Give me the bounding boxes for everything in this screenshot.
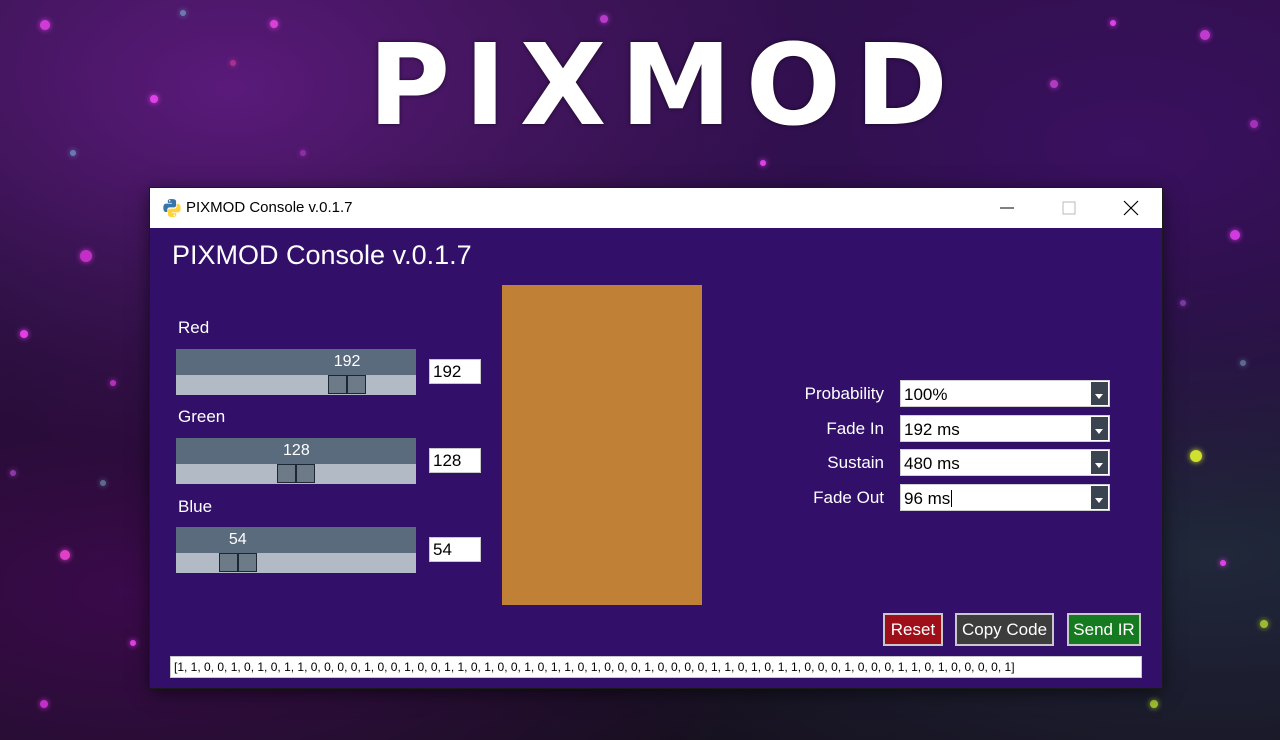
background-speck (1260, 620, 1268, 628)
minimize-icon (1000, 207, 1014, 209)
copy-code-button[interactable]: Copy Code (955, 613, 1054, 646)
background-speck (270, 20, 278, 28)
fade-in-select[interactable]: 192 ms (900, 415, 1110, 442)
sustain-select[interactable]: 480 ms (900, 449, 1110, 476)
ir-code-field[interactable]: [1, 1, 0, 0, 1, 0, 1, 0, 1, 1, 0, 0, 0, … (170, 656, 1142, 678)
color-preview-swatch (502, 285, 702, 605)
background-speck (110, 380, 116, 386)
background-speck (1250, 120, 1258, 128)
slider-value-label: 192 (333, 353, 361, 370)
red-label: Red (178, 318, 210, 337)
maximize-button[interactable] (1038, 188, 1100, 228)
window-title: PIXMOD Console v.0.1.7 (186, 199, 353, 216)
background-speck (180, 10, 186, 16)
slider-handle[interactable] (218, 553, 257, 572)
fade-out-label: Fade Out (813, 488, 884, 507)
background-speck (1110, 20, 1116, 26)
desktop-background: PIXMOD PIXMOD Console v.0.1.7 PIXMOD Con… (0, 0, 1280, 740)
select-value: 480 ms (904, 454, 960, 473)
blue-slider[interactable]: 54 (176, 527, 416, 573)
background-speck (1190, 450, 1202, 462)
background-speck (40, 20, 50, 30)
background-speck (40, 700, 48, 708)
probability-label: Probability (804, 384, 884, 403)
chevron-down-icon[interactable] (1091, 486, 1108, 509)
send-ir-button[interactable]: Send IR (1067, 613, 1141, 646)
background-speck (80, 250, 92, 262)
background-speck (20, 330, 28, 338)
slider-value-label: 128 (283, 442, 310, 459)
select-value: 96 ms (904, 489, 953, 509)
background-speck (1050, 80, 1058, 88)
fade-in-label: Fade In (826, 419, 884, 438)
fade-out-select[interactable]: 96 ms (900, 484, 1110, 511)
close-icon (1123, 200, 1139, 216)
background-speck (10, 470, 16, 476)
minimize-button[interactable] (976, 188, 1038, 228)
blue-value-field[interactable]: 54 (429, 537, 481, 562)
slider-track[interactable] (176, 375, 416, 395)
select-value: 192 ms (904, 420, 960, 439)
python-icon (163, 199, 181, 217)
pixmod-logo: PIXMOD (368, 21, 962, 151)
background-speck (70, 150, 76, 156)
chevron-down-icon[interactable] (1091, 417, 1108, 440)
reset-button[interactable]: Reset (883, 613, 943, 646)
console-heading: PIXMOD Console v.0.1.7 (172, 240, 472, 270)
green-slider[interactable]: 128 (176, 438, 416, 484)
chevron-down-icon[interactable] (1091, 451, 1108, 474)
slider-track[interactable] (176, 553, 416, 573)
green-label: Green (178, 407, 226, 426)
background-speck (1180, 300, 1186, 306)
background-speck (1150, 700, 1158, 708)
blue-label: Blue (178, 497, 213, 516)
slider-handle[interactable] (328, 375, 367, 394)
text-cursor (951, 490, 953, 507)
select-value: 100% (904, 385, 948, 404)
background-speck (150, 95, 158, 103)
sustain-label: Sustain (827, 453, 884, 472)
background-speck (130, 640, 136, 646)
chevron-down-icon[interactable] (1091, 382, 1108, 405)
background-speck (60, 550, 70, 560)
slider-value-bar (176, 527, 416, 553)
maximize-icon (1062, 201, 1076, 215)
background-speck (1200, 30, 1210, 40)
background-speck (300, 150, 306, 156)
background-speck (1220, 560, 1226, 566)
red-slider[interactable]: 192 (176, 349, 416, 395)
close-button[interactable] (1100, 188, 1162, 228)
select-value-text: 96 ms (904, 489, 951, 508)
background-speck (1240, 360, 1246, 366)
slider-handle[interactable] (277, 464, 316, 483)
slider-value-label: 54 (228, 531, 247, 548)
background-speck (100, 480, 106, 486)
background-speck (230, 60, 236, 66)
red-value-field[interactable]: 192 (429, 359, 481, 384)
window-titlebar[interactable]: PIXMOD Console v.0.1.7 (150, 188, 1162, 228)
slider-value-bar (176, 349, 416, 375)
background-speck (1230, 230, 1240, 240)
console-window: PIXMOD Console v.0.1.7 PIXMOD Console v.… (150, 188, 1162, 688)
background-speck (760, 160, 766, 166)
probability-select[interactable]: 100% (900, 380, 1110, 407)
green-value-field[interactable]: 128 (429, 448, 481, 473)
